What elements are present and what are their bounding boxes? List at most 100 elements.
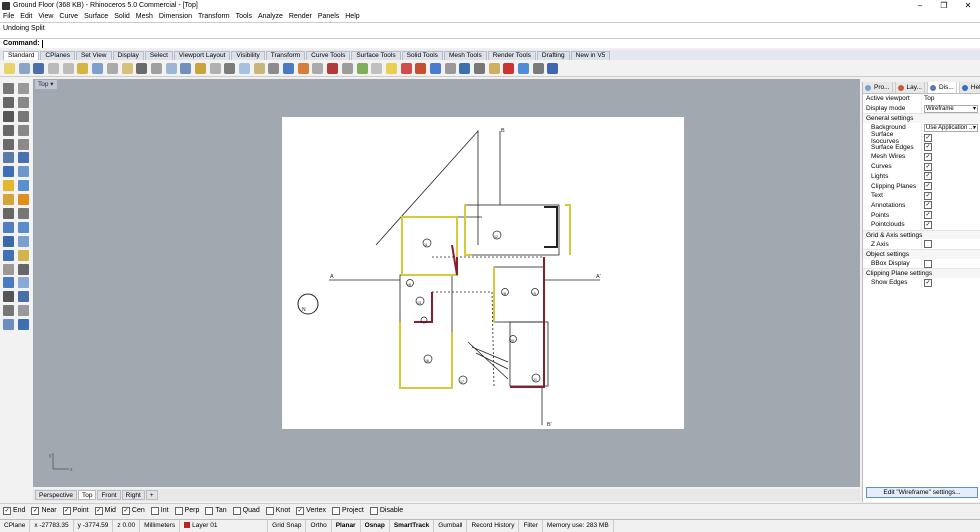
modeling-tool-icon[interactable]: [18, 249, 29, 261]
minimize-button[interactable]: –: [908, 0, 932, 11]
modeling-tool-icon[interactable]: [18, 208, 29, 220]
toolbar-tab-standard[interactable]: Standard: [3, 51, 40, 60]
toolbar-tab-drafting[interactable]: Drafting: [536, 51, 570, 60]
close-button[interactable]: ✕: [956, 0, 980, 11]
toolbar-tool-icon[interactable]: [136, 62, 148, 74]
viewport-title[interactable]: Top ▾: [35, 80, 57, 89]
menu-curve[interactable]: Curve: [59, 13, 78, 20]
modeling-tool-icon[interactable]: [18, 305, 29, 317]
menu-analyze[interactable]: Analyze: [258, 13, 283, 20]
modeling-tool-icon[interactable]: [3, 249, 14, 261]
checkbox-icon[interactable]: ✓: [924, 133, 932, 142]
toolbar-tab-curve-tools[interactable]: Curve Tools: [306, 51, 351, 60]
menu-tools[interactable]: Tools: [236, 13, 252, 20]
toolbar-tool-icon[interactable]: [268, 62, 280, 74]
toolbar-tool-icon[interactable]: [180, 62, 192, 74]
dropdown[interactable]: Wireframe: [924, 104, 978, 113]
menu-file[interactable]: File: [3, 13, 14, 20]
toolbar-tool-icon[interactable]: [503, 62, 515, 74]
osnap-mid[interactable]: ✓ Mid: [94, 506, 116, 515]
viewport-tab-right[interactable]: Right: [121, 490, 145, 500]
status-filter[interactable]: Filter: [519, 519, 543, 532]
modeling-tool-icon[interactable]: [3, 138, 14, 150]
tab-layers[interactable]: Lay...: [896, 81, 928, 94]
modeling-tool-icon[interactable]: [3, 263, 14, 275]
osnap-cen[interactable]: ✓ Cen: [121, 506, 145, 515]
add-viewport-tab[interactable]: +: [145, 490, 158, 500]
toolbar-tool-icon[interactable]: [429, 62, 441, 74]
checkbox-icon[interactable]: ✓: [924, 278, 932, 287]
toolbar-tool-icon[interactable]: [62, 62, 74, 74]
top-viewport[interactable]: Top ▾ B B' A A' N 11 12 13 15 16 17 18 1…: [33, 79, 860, 487]
modeling-tool-icon[interactable]: [3, 305, 14, 317]
modeling-tool-icon[interactable]: [3, 235, 14, 247]
osnap-int[interactable]: Int: [150, 506, 169, 515]
osnap-vertex[interactable]: ✓ Vertex: [296, 506, 326, 515]
menu-solid[interactable]: Solid: [114, 13, 130, 20]
osnap-knot[interactable]: Knot: [265, 506, 290, 515]
modeling-tool-icon[interactable]: [3, 319, 14, 331]
toolbar-tool-icon[interactable]: [4, 62, 15, 74]
osnap-quad[interactable]: Quad: [232, 506, 260, 515]
checkbox-icon[interactable]: [369, 506, 378, 515]
menu-mesh[interactable]: Mesh: [136, 13, 153, 20]
toolbar-tool-icon[interactable]: [371, 62, 383, 74]
toolbar-tool-icon[interactable]: [444, 62, 456, 74]
checkbox-icon[interactable]: [150, 506, 159, 515]
osnap-disable[interactable]: Disable: [369, 506, 403, 515]
tab-properties[interactable]: Pro...: [863, 81, 896, 94]
modeling-tool-icon[interactable]: [18, 319, 29, 331]
checkbox-icon[interactable]: ✓: [924, 201, 932, 210]
menu-surface[interactable]: Surface: [84, 13, 108, 20]
toolbar-tool-icon[interactable]: [297, 62, 309, 74]
viewport-tab-top[interactable]: Top: [77, 490, 97, 500]
modeling-tool-icon[interactable]: [18, 83, 29, 94]
modeling-tool-icon[interactable]: [3, 166, 14, 178]
toolbar-tool-icon[interactable]: [165, 62, 177, 74]
toolbar-tool-icon[interactable]: [518, 62, 530, 74]
toolbar-tool-icon[interactable]: [194, 62, 206, 74]
checkbox-icon[interactable]: ✓: [94, 506, 103, 515]
status-layer[interactable]: Layer 01: [180, 519, 269, 532]
modeling-tool-icon[interactable]: [18, 124, 29, 136]
toolbar-tool-icon[interactable]: [459, 62, 471, 74]
toolbar-tool-icon[interactable]: [224, 62, 236, 74]
toolbar-tool-icon[interactable]: [532, 62, 544, 74]
checkbox-icon[interactable]: ✓: [31, 506, 40, 515]
toolbar-tab-cplanes[interactable]: CPlanes: [40, 51, 75, 60]
modeling-tool-icon[interactable]: [3, 291, 14, 303]
toolbar-tab-visibility[interactable]: Visibility: [231, 51, 265, 60]
viewport-tab-perspective[interactable]: Perspective: [35, 490, 77, 500]
command-line[interactable]: Command:: [0, 38, 980, 48]
toolbar-tool-icon[interactable]: [547, 62, 559, 74]
modeling-tool-icon[interactable]: [3, 208, 14, 220]
checkbox-icon[interactable]: [332, 506, 341, 515]
modeling-tool-icon[interactable]: [3, 180, 14, 192]
modeling-tool-icon[interactable]: [3, 194, 14, 206]
menu-transform[interactable]: Transform: [198, 13, 230, 20]
checkbox-icon[interactable]: [232, 506, 241, 515]
modeling-tool-icon[interactable]: [18, 96, 29, 108]
toolbar-tab-viewport-layout[interactable]: Viewport Layout: [173, 51, 231, 60]
toolbar-tool-icon[interactable]: [209, 62, 221, 74]
toolbar-tool-icon[interactable]: [18, 62, 30, 74]
modeling-tool-icon[interactable]: [18, 166, 29, 178]
toolbar-tool-icon[interactable]: [356, 62, 368, 74]
modeling-tool-icon[interactable]: [3, 152, 14, 164]
modeling-tool-icon[interactable]: [3, 277, 14, 289]
toolbar-tool-icon[interactable]: [488, 62, 500, 74]
osnap-point[interactable]: ✓ Point: [62, 506, 89, 515]
modeling-tool-icon[interactable]: [18, 138, 29, 150]
status-record-history[interactable]: Record History: [467, 519, 520, 532]
toolbar-tool-icon[interactable]: [327, 62, 339, 74]
checkbox-icon[interactable]: ✓: [924, 172, 932, 181]
toolbar-tool-icon[interactable]: [400, 62, 412, 74]
toolbar-tab-transform[interactable]: Transform: [265, 51, 306, 60]
checkbox-icon[interactable]: ✓: [62, 506, 71, 515]
menu-render[interactable]: Render: [289, 13, 312, 20]
status-smarttrack[interactable]: SmartTrack: [390, 519, 435, 532]
toolbar-tool-icon[interactable]: [312, 62, 324, 74]
modeling-tool-icon[interactable]: [18, 235, 29, 247]
osnap-end[interactable]: ✓ End: [3, 506, 25, 515]
toolbar-tab-render-tools[interactable]: Render Tools: [487, 51, 536, 60]
